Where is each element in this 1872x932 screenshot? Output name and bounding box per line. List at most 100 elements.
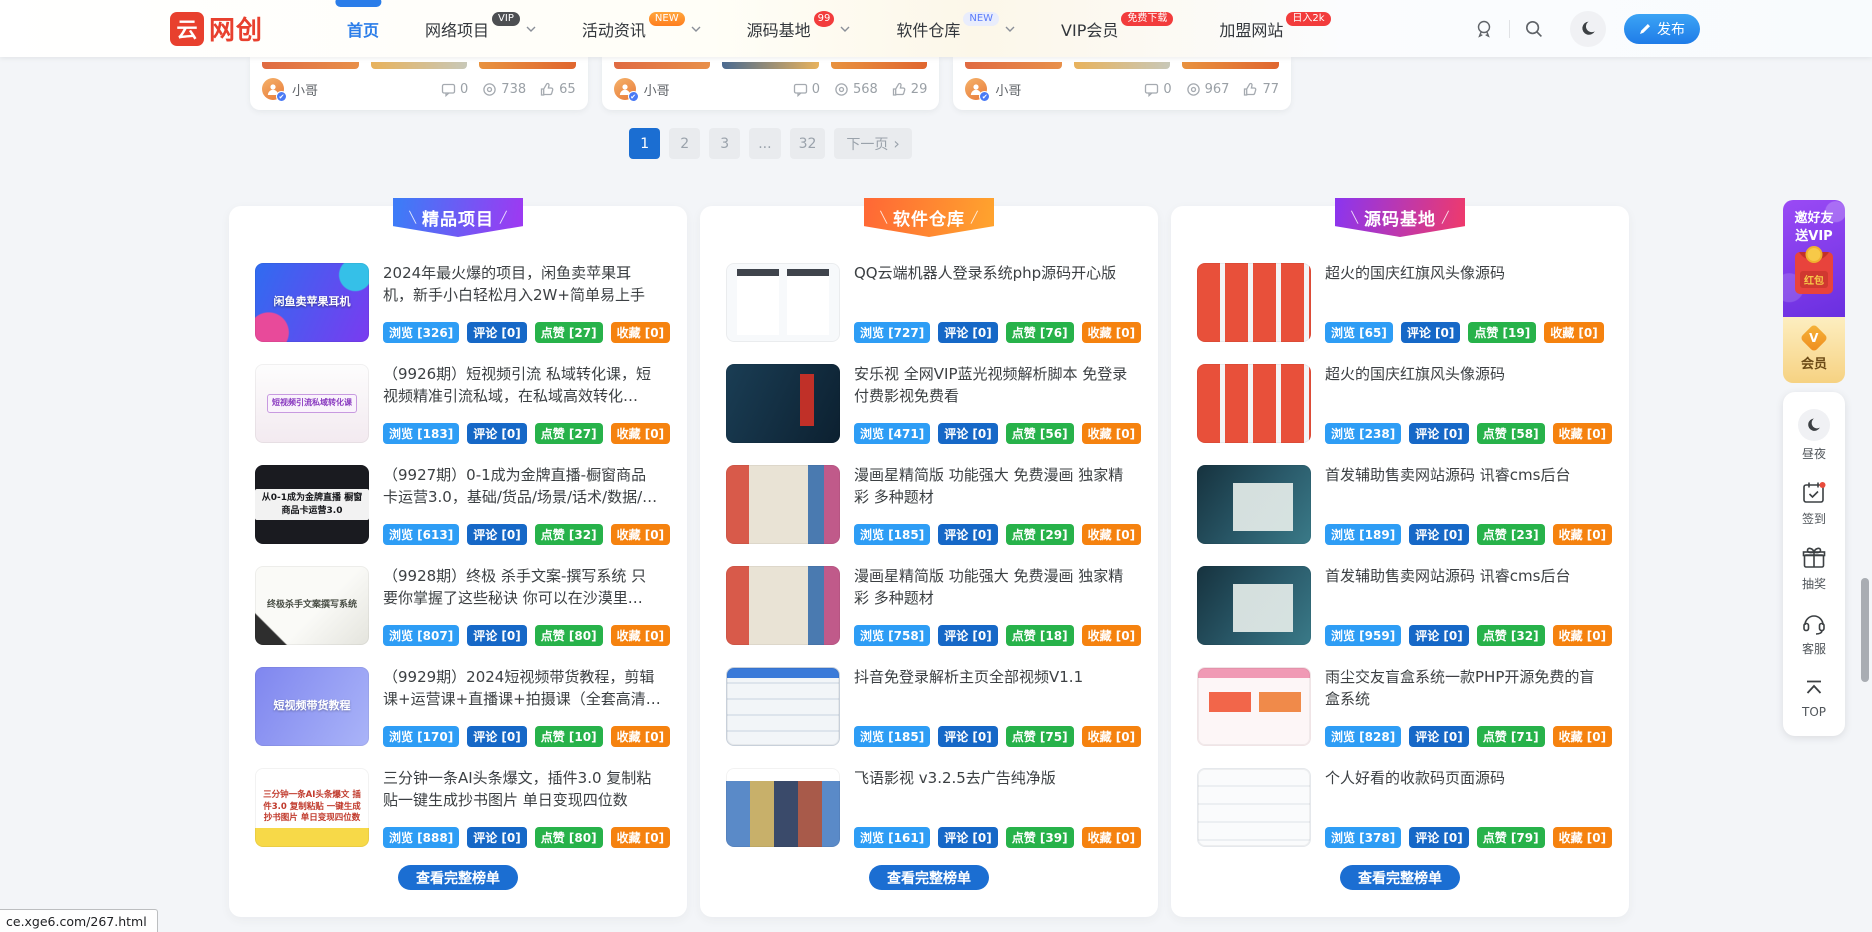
item-title[interactable]: 漫画星精简版 功能强大 免费漫画 独家精彩 多种题材 — [854, 465, 1132, 509]
item-title[interactable]: 首发辅助售卖网站源码 讯睿cms后台 — [1325, 566, 1603, 588]
search-icon[interactable] — [1524, 19, 1544, 39]
nav-item-projects[interactable]: 网络项目 VIP — [425, 0, 536, 57]
item-title[interactable]: 首发辅助售卖网站源码 讯睿cms后台 — [1325, 465, 1603, 487]
nav-item-software[interactable]: 软件仓库 NEW — [896, 0, 1015, 57]
ribbon-deco-icon: ╲ — [880, 211, 887, 224]
item-thumbnail[interactable] — [726, 263, 840, 342]
customer-service-button[interactable]: 客服 — [1783, 601, 1845, 666]
rank-list-item[interactable]: 从0-1成为金牌直播 橱窗商品卡运营3.0 （9927期）0-1成为金牌直播-橱… — [255, 465, 661, 545]
vip-member-button[interactable]: V 会员 — [1783, 317, 1845, 383]
item-thumbnail[interactable] — [726, 667, 840, 746]
rank-list-item[interactable]: 超火的国庆红旗风头像源码 浏览 [65] 评论 [0] 点赞 [19] 收藏 [… — [1197, 263, 1603, 343]
item-thumbnail[interactable]: 闲鱼卖苹果耳机 — [255, 263, 369, 342]
item-title[interactable]: 雨尘交友盲盒系统一款PHP开源免费的盲盒系统 — [1325, 667, 1603, 711]
item-title[interactable]: 超火的国庆红旗风头像源码 — [1325, 263, 1603, 285]
item-title[interactable]: 飞语影视 v3.2.5去广告纯净版 — [854, 768, 1132, 790]
item-thumbnail[interactable]: 终极杀手文案撰写系统 — [255, 566, 369, 645]
rank-list-item[interactable]: 三分钟一条AI头条爆文 插件3.0 复制粘贴 一键生成抄书图片 单日变现四位数 … — [255, 768, 661, 848]
page-button[interactable]: 3 — [709, 128, 740, 159]
post-card[interactable]: ✔ 小哥 0 738 65 — [250, 57, 588, 110]
page-button[interactable]: 32 — [790, 128, 826, 159]
rank-list-item[interactable]: 个人好看的收款码页面源码 浏览 [378] 评论 [0] 点赞 [79] 收藏 … — [1197, 768, 1603, 848]
nav-item-join[interactable]: 加盟网站 日入2k — [1219, 0, 1330, 57]
view-full-list-button[interactable]: 查看完整榜单 — [1340, 865, 1460, 890]
item-thumbnail[interactable] — [1197, 667, 1311, 746]
post-card[interactable]: ✔ 小哥 0 967 77 — [953, 57, 1291, 110]
lottery-button[interactable]: 抽奖 — [1783, 536, 1845, 601]
item-thumbnail[interactable] — [1197, 364, 1311, 443]
author-name[interactable]: 小哥 — [644, 80, 670, 99]
item-title[interactable]: 抖音免登录解析主页全部视频V1.1 — [854, 667, 1132, 689]
avatar[interactable]: ✔ — [614, 78, 636, 100]
item-thumbnail[interactable] — [1197, 566, 1311, 645]
rank-list-item[interactable]: 短视频引流私域转化课 （9926期）短视频引流 私域转化课，短视频精准引流私域，… — [255, 364, 661, 444]
rank-list-item[interactable]: 飞语影视 v3.2.5去广告纯净版 浏览 [161] 评论 [0] 点赞 [39… — [726, 768, 1132, 848]
item-thumbnail[interactable] — [726, 465, 840, 544]
rank-list-item[interactable]: QQ云端机器人登录系统php源码开心版 浏览 [727] 评论 [0] 点赞 [… — [726, 263, 1132, 343]
rank-list-item[interactable]: 终极杀手文案撰写系统 （9928期）终极 杀手文案-撰写系统 只要你掌握了这些秘… — [255, 566, 661, 646]
rank-list-item[interactable]: 漫画星精简版 功能强大 免费漫画 独家精彩 多种题材 浏览 [185] 评论 [… — [726, 465, 1132, 545]
item-thumbnail[interactable]: 从0-1成为金牌直播 橱窗商品卡运营3.0 — [255, 465, 369, 544]
avatar[interactable]: ✔ — [965, 78, 987, 100]
nav-item-news[interactable]: 活动资讯 NEW — [582, 0, 701, 57]
item-thumbnail[interactable] — [1197, 465, 1311, 544]
dark-mode-toggle[interactable] — [1570, 11, 1606, 47]
page-button[interactable]: 1 — [629, 128, 660, 159]
rank-list-item[interactable]: 漫画星精简版 功能强大 免费漫画 独家精彩 多种题材 浏览 [758] 评论 [… — [726, 566, 1132, 646]
item-title[interactable]: （9928期）终极 杀手文案-撰写系统 只要你掌握了这些秘诀 你可以在沙漠里… — [383, 566, 661, 610]
item-title[interactable]: （9929期）2024短视频带货教程，剪辑课+运营课+直播课+拍摄课（全套高清… — [383, 667, 661, 711]
rank-list-item[interactable]: 抖音免登录解析主页全部视频V1.1 浏览 [185] 评论 [0] 点赞 [75… — [726, 667, 1132, 747]
item-title[interactable]: 超火的国庆红旗风头像源码 — [1325, 364, 1603, 386]
comment-icon — [1144, 82, 1159, 97]
item-thumbnail[interactable] — [726, 566, 840, 645]
author-name[interactable]: 小哥 — [292, 80, 318, 99]
item-thumbnail[interactable] — [726, 364, 840, 443]
scrollbar-thumb[interactable] — [1861, 578, 1869, 682]
avatar[interactable]: ✔ — [262, 78, 284, 100]
view-full-list-button[interactable]: 查看完整榜单 — [869, 865, 989, 890]
item-title[interactable]: 三分钟一条AI头条爆文，插件3.0 复制粘贴一键生成抄书图片 单日变现四位数 — [383, 768, 661, 812]
item-title[interactable]: 2024年最火爆的项目，闲鱼卖苹果耳机，新手小白轻松月入2W+简单易上手 — [383, 263, 661, 307]
nav-item-home[interactable]: 首页 — [347, 0, 379, 57]
invite-vip-banner[interactable]: 邀好友 送VIP 红包 — [1783, 200, 1845, 317]
medal-icon[interactable] — [1473, 18, 1495, 40]
item-thumbnail[interactable]: 短视频引流私域转化课 — [255, 364, 369, 443]
red-envelope-icon[interactable]: 红包 — [1795, 252, 1833, 294]
item-title[interactable]: QQ云端机器人登录系统php源码开心版 — [854, 263, 1132, 285]
back-to-top-button[interactable]: TOP — [1783, 666, 1845, 728]
item-thumbnail[interactable] — [726, 768, 840, 847]
rank-list-item[interactable]: 超火的国庆红旗风头像源码 浏览 [238] 评论 [0] 点赞 [58] 收藏 … — [1197, 364, 1603, 444]
page-button[interactable]: ... — [749, 128, 780, 159]
favorites-badge: 收藏 [0] — [1553, 423, 1613, 444]
publish-button[interactable]: 发布 — [1624, 14, 1700, 44]
rank-list-item[interactable]: 首发辅助售卖网站源码 讯睿cms后台 浏览 [959] 评论 [0] 点赞 [3… — [1197, 566, 1603, 646]
item-title[interactable]: （9926期）短视频引流 私域转化课，短视频精准引流私域，在私域高效转化… — [383, 364, 661, 408]
post-card[interactable]: ✔ 小哥 0 568 29 — [602, 57, 940, 110]
item-title[interactable]: 漫画星精简版 功能强大 免费漫画 独家精彩 多种题材 — [854, 566, 1132, 610]
rank-list-item[interactable]: 首发辅助售卖网站源码 讯睿cms后台 浏览 [189] 评论 [0] 点赞 [2… — [1197, 465, 1603, 545]
item-thumbnail[interactable]: 三分钟一条AI头条爆文 插件3.0 复制粘贴 一键生成抄书图片 单日变现四位数 — [255, 768, 369, 847]
nav-item-vip[interactable]: VIP会员 免费下载 — [1061, 0, 1173, 57]
check-in-button[interactable]: 签到 — [1783, 471, 1845, 536]
item-thumbnail[interactable] — [1197, 768, 1311, 847]
item-title[interactable]: 个人好看的收款码页面源码 — [1325, 768, 1603, 790]
rank-list-item[interactable]: 安乐视 全网VIP蓝光视频解析脚本 免登录付费影视免费看 浏览 [471] 评论… — [726, 364, 1132, 444]
item-thumbnail[interactable]: 短视频带货教程 — [255, 667, 369, 746]
page-button[interactable]: 2 — [669, 128, 700, 159]
day-night-toggle[interactable]: 昼夜 — [1783, 400, 1845, 471]
next-page-button[interactable]: 下一页› — [834, 128, 911, 159]
nav-item-source-base[interactable]: 源码基地 99 — [747, 0, 851, 57]
item-title[interactable]: 安乐视 全网VIP蓝光视频解析脚本 免登录付费影视免费看 — [854, 364, 1132, 408]
item-title[interactable]: （9927期）0-1成为金牌直播-橱窗商品卡运营3.0，基础/货品/场景/话术/… — [383, 465, 661, 509]
site-logo[interactable]: 云 网创 — [170, 10, 263, 47]
banner-line2: 送VIP — [1794, 228, 1833, 246]
rank-list-item[interactable]: 闲鱼卖苹果耳机 2024年最火爆的项目，闲鱼卖苹果耳机，新手小白轻松月入2W+简… — [255, 263, 661, 343]
rank-list-item[interactable]: 短视频带货教程 （9929期）2024短视频带货教程，剪辑课+运营课+直播课+拍… — [255, 667, 661, 747]
rank-list-item[interactable]: 雨尘交友盲盒系统一款PHP开源免费的盲盒系统 浏览 [828] 评论 [0] 点… — [1197, 667, 1603, 747]
comments-badge: 评论 [0] — [467, 625, 527, 646]
item-thumbnail[interactable] — [1197, 263, 1311, 342]
author-name[interactable]: 小哥 — [995, 80, 1021, 99]
view-full-list-button[interactable]: 查看完整榜单 — [398, 865, 518, 890]
eye-icon — [1186, 82, 1201, 97]
thumbnail-caption: 短视频引流私域转化课 — [267, 394, 357, 413]
